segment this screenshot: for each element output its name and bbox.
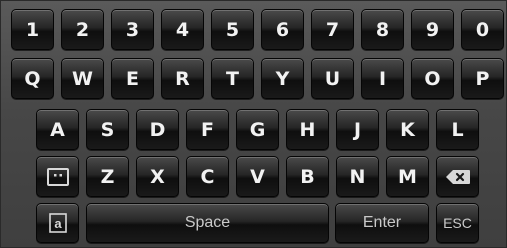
key-label: Y <box>275 67 290 90</box>
case-toggle-key[interactable]: a <box>36 203 79 243</box>
key-8[interactable]: 8 <box>361 9 404 50</box>
key-label: K <box>400 118 415 141</box>
key-0[interactable]: 0 <box>461 9 504 50</box>
key-label: H <box>299 118 316 141</box>
key-f[interactable]: F <box>186 109 229 150</box>
key-i[interactable]: I <box>361 58 404 99</box>
key-label: D <box>149 118 166 141</box>
key-z[interactable]: Z <box>86 156 129 197</box>
key-v[interactable]: V <box>236 156 279 197</box>
key-o[interactable]: O <box>411 58 454 99</box>
key-label: 5 <box>225 18 240 41</box>
key-p[interactable]: P <box>461 58 504 99</box>
key-label: Q <box>24 67 41 90</box>
input-mode-toggle-key[interactable] <box>36 156 79 197</box>
key-label: O <box>424 67 441 90</box>
key-label: N <box>349 165 366 188</box>
key-g[interactable]: G <box>236 109 279 150</box>
key-a[interactable]: A <box>36 109 79 150</box>
input-mode-icon <box>46 167 69 186</box>
key-label: Space <box>184 214 231 231</box>
key-label: L <box>451 118 464 141</box>
key-label: 3 <box>125 18 140 41</box>
key-s[interactable]: S <box>86 109 129 150</box>
key-t[interactable]: T <box>211 58 254 99</box>
key-label: R <box>175 67 190 90</box>
key-y[interactable]: Y <box>261 58 304 99</box>
key-x[interactable]: X <box>136 156 179 197</box>
key-l[interactable]: L <box>436 109 479 150</box>
key-label: F <box>201 118 214 141</box>
key-c[interactable]: C <box>186 156 229 197</box>
key-k[interactable]: K <box>386 109 429 150</box>
key-9[interactable]: 9 <box>411 9 454 50</box>
key-m[interactable]: M <box>386 156 429 197</box>
key-label: S <box>100 118 115 141</box>
key-6[interactable]: 6 <box>261 9 304 50</box>
key-u[interactable]: U <box>311 58 354 99</box>
key-7[interactable]: 7 <box>311 9 354 50</box>
key-label: V <box>250 165 265 188</box>
key-label: M <box>398 165 417 188</box>
key-4[interactable]: 4 <box>161 9 204 50</box>
key-label: U <box>324 67 341 90</box>
key-label: Z <box>100 165 115 188</box>
space-key[interactable]: Space <box>86 203 329 243</box>
key-label: I <box>378 67 387 90</box>
key-label: 1 <box>25 18 40 41</box>
key-d[interactable]: D <box>136 109 179 150</box>
onscreen-keyboard: 1 2 3 4 5 6 7 8 9 0 Q W E R T Y U I O P … <box>0 0 507 248</box>
esc-key[interactable]: ESC <box>436 203 479 243</box>
svg-text:a: a <box>54 216 62 231</box>
backspace-key[interactable] <box>436 156 479 197</box>
key-label: 8 <box>375 18 390 41</box>
key-label: X <box>150 165 165 188</box>
enter-key[interactable]: Enter <box>335 203 429 243</box>
key-label: 9 <box>425 18 440 41</box>
key-label: W <box>72 67 93 90</box>
key-r[interactable]: R <box>161 58 204 99</box>
key-label: C <box>200 165 215 188</box>
key-label: E <box>126 67 139 90</box>
key-b[interactable]: B <box>286 156 329 197</box>
key-label: A <box>50 118 65 141</box>
case-toggle-icon: a <box>48 213 67 233</box>
key-5[interactable]: 5 <box>211 9 254 50</box>
key-label: P <box>475 67 490 90</box>
key-2[interactable]: 2 <box>61 9 104 50</box>
key-label: T <box>226 67 239 90</box>
key-label: 7 <box>325 18 340 41</box>
key-label: 2 <box>75 18 90 41</box>
key-1[interactable]: 1 <box>11 9 54 50</box>
key-label: J <box>353 118 362 141</box>
key-label: Enter <box>362 214 402 231</box>
key-w[interactable]: W <box>61 58 104 99</box>
key-q[interactable]: Q <box>11 58 54 99</box>
backspace-icon <box>445 169 470 184</box>
key-label: 4 <box>175 18 190 41</box>
key-n[interactable]: N <box>336 156 379 197</box>
key-label: G <box>249 118 266 141</box>
key-h[interactable]: H <box>286 109 329 150</box>
key-3[interactable]: 3 <box>111 9 154 50</box>
key-label: 6 <box>275 18 290 41</box>
key-j[interactable]: J <box>336 109 379 150</box>
key-label: ESC <box>443 215 472 231</box>
key-label: 0 <box>475 18 490 41</box>
key-e[interactable]: E <box>111 58 154 99</box>
key-label: B <box>300 165 315 188</box>
